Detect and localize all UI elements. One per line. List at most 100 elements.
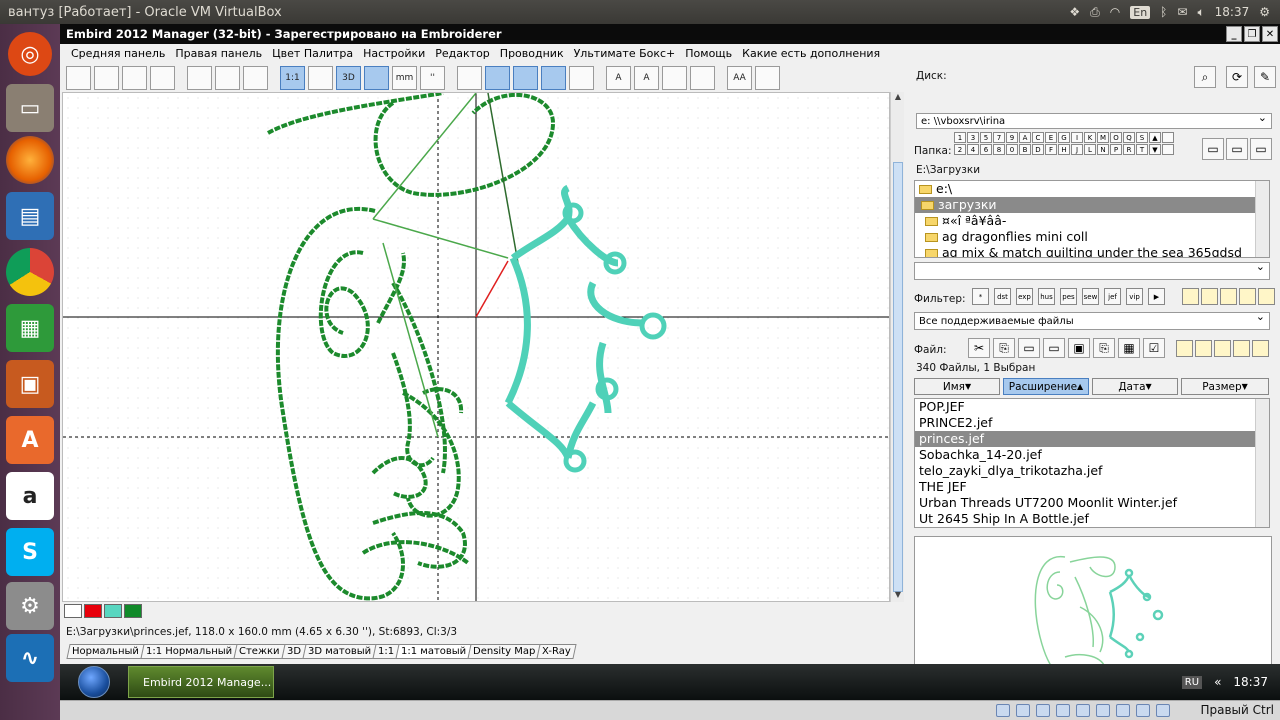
amazon-icon[interactable]: a <box>6 472 54 520</box>
open-folder-icon[interactable]: ▭ <box>1250 138 1272 160</box>
folder-quick-button[interactable]: 2 <box>954 144 966 155</box>
filter-exp-button[interactable]: exp <box>1016 288 1033 305</box>
menu-item[interactable]: Помощь <box>680 47 737 60</box>
tree-icon[interactable] <box>690 66 715 90</box>
view-tab[interactable]: Стежки <box>233 644 286 659</box>
wifi-icon[interactable]: ◠ <box>1110 5 1120 19</box>
print-icon[interactable] <box>215 66 240 90</box>
folder-quick-button[interactable]: ▼ <box>1149 144 1161 155</box>
folder-quick-button[interactable]: P <box>1110 144 1122 155</box>
folder-quick-button[interactable]: O <box>1110 132 1122 143</box>
file-list[interactable]: POP.JEF PRINCE2.jef princes.jef Sobachka_14… <box>914 398 1270 528</box>
new-folder-icon[interactable]: ▭ <box>1202 138 1224 160</box>
folder-item[interactable]: ¤«î ªâ¥ââ- <box>915 213 1269 229</box>
scroll-up-icon[interactable]: ▲ <box>891 92 905 104</box>
filter-dst-button[interactable]: dst <box>994 288 1011 305</box>
impress-icon[interactable]: ▣ <box>6 360 54 408</box>
3d-icon[interactable]: 3D <box>336 66 361 90</box>
cpu-icon[interactable] <box>1136 704 1150 717</box>
folder-item[interactable]: ag mix & match quilting under the sea 36… <box>915 245 1269 257</box>
windows-start-icon[interactable] <box>78 666 110 698</box>
view-small-icon[interactable] <box>1220 288 1237 305</box>
tools-icon[interactable] <box>94 66 119 90</box>
folder-quick-button[interactable]: 5 <box>980 132 992 143</box>
font-edit-icon[interactable]: A <box>634 66 659 90</box>
paste-alt-icon[interactable]: ▭ <box>1043 338 1065 358</box>
menu-item[interactable]: Редактор <box>430 47 495 60</box>
view-tab[interactable]: 1:1 матовый <box>395 644 472 659</box>
folder-quick-button[interactable]: G <box>1058 132 1070 143</box>
color-swatch[interactable] <box>84 604 102 618</box>
duplicate-icon[interactable]: ⎘ <box>1093 338 1115 358</box>
usb-icon[interactable] <box>1036 704 1050 717</box>
folder-quick-button[interactable]: B <box>1019 144 1031 155</box>
folder-quick-button[interactable]: T <box>1136 144 1148 155</box>
font-icon[interactable]: A <box>606 66 631 90</box>
folder-tree[interactable]: e:\ загрузки ¤«î ªâ¥ââ-ag dragonflies mini… <box>914 180 1270 258</box>
folder-quick-button[interactable]: 7 <box>993 132 1005 143</box>
font-size-icon[interactable]: AA <box>727 66 752 90</box>
filter-pes-button[interactable]: pes <box>1060 288 1077 305</box>
folder-item[interactable]: загрузки <box>915 197 1269 213</box>
view-list-icon[interactable] <box>1182 288 1199 305</box>
folder-quick-button[interactable]: R <box>1123 144 1135 155</box>
clock[interactable]: 18:37 <box>1215 5 1250 19</box>
folder-quick-button[interactable]: 8 <box>993 144 1005 155</box>
file-item[interactable]: Sobachka_14-20.jef <box>915 447 1255 463</box>
paste-icon[interactable]: ▭ <box>1018 338 1040 358</box>
skype-icon[interactable]: S <box>6 528 54 576</box>
dropbox-icon[interactable]: ❖ <box>1069 5 1080 19</box>
view-tab[interactable]: X-Ray <box>536 644 577 659</box>
filter-vip-button[interactable]: vip <box>1126 288 1143 305</box>
restore-icon[interactable]: ❐ <box>1244 26 1260 42</box>
view-large-icon[interactable] <box>1233 340 1250 357</box>
disk-select[interactable]: e: \\vboxsrv\irina <box>916 113 1272 129</box>
folder-quick-button[interactable]: J <box>1071 144 1083 155</box>
hoop-icon[interactable] <box>457 66 482 90</box>
power-gear-icon[interactable]: ⚙ <box>1259 5 1270 19</box>
folder-item[interactable]: ag dragonflies mini coll <box>915 229 1269 245</box>
file-type-select[interactable]: Все поддерживаемые файлы <box>914 312 1270 330</box>
view-tab[interactable]: Density Map <box>467 644 541 659</box>
menu-item[interactable]: Цвет Палитра <box>267 47 358 60</box>
menu-item[interactable]: Какие есть дополнения <box>737 47 885 60</box>
view-grid-icon[interactable] <box>1258 288 1275 305</box>
shared-folder-icon[interactable] <box>1076 704 1090 717</box>
key-icon[interactable] <box>755 66 780 90</box>
stitch-icon[interactable] <box>66 66 91 90</box>
checkbox-icon[interactable]: ☑ <box>1143 338 1165 358</box>
eye-alt-icon[interactable] <box>541 66 566 90</box>
view-details-icon[interactable] <box>1201 288 1218 305</box>
filter-more-button[interactable]: ▶ <box>1148 288 1165 305</box>
folder-quick-button[interactable]: A <box>1019 132 1031 143</box>
display-icon[interactable] <box>1096 704 1110 717</box>
cut-icon[interactable]: ✂ <box>968 338 990 358</box>
folder-quick-button[interactable]: 3 <box>967 132 979 143</box>
folder-scrollbar[interactable] <box>1255 181 1269 257</box>
folder-quick-button[interactable]: H <box>1058 144 1070 155</box>
history-select[interactable] <box>914 262 1270 280</box>
eye-icon[interactable] <box>513 66 538 90</box>
view-large-icon[interactable] <box>1239 288 1256 305</box>
folder-quick-button[interactable]: C <box>1032 132 1044 143</box>
folder-quick-button[interactable]: N <box>1097 144 1109 155</box>
color-swatch[interactable] <box>124 604 142 618</box>
folder-quick-button[interactable]: 0 <box>1006 144 1018 155</box>
file-item[interactable]: Urban Threads UT7200 Moonlit Winter.jef <box>915 495 1255 511</box>
hdd-icon[interactable] <box>996 704 1010 717</box>
file-item[interactable]: telo_zayki_dlya_trikotazha.jef <box>915 463 1255 479</box>
view-tab[interactable]: 3D матовый <box>302 644 377 659</box>
camera-icon[interactable] <box>122 66 147 90</box>
system-monitor-icon[interactable]: ∿ <box>6 634 54 682</box>
ruler-mm-icon[interactable]: mm <box>392 66 417 90</box>
writer-icon[interactable]: ▤ <box>6 192 54 240</box>
sort-name-button[interactable]: Имя ▼ <box>914 378 1000 395</box>
software-center-icon[interactable]: A <box>6 416 54 464</box>
menu-item[interactable]: Настройки <box>358 47 430 60</box>
ubuntu-dash-icon[interactable]: ◎ <box>8 32 52 76</box>
tray-expand-icon[interactable]: « <box>1214 675 1221 689</box>
mail-icon[interactable]: ✉ <box>1177 5 1187 19</box>
view-grid-icon[interactable] <box>1252 340 1269 357</box>
convert-icon[interactable]: ▦ <box>1118 338 1140 358</box>
folder-quick-button[interactable]: 4 <box>967 144 979 155</box>
